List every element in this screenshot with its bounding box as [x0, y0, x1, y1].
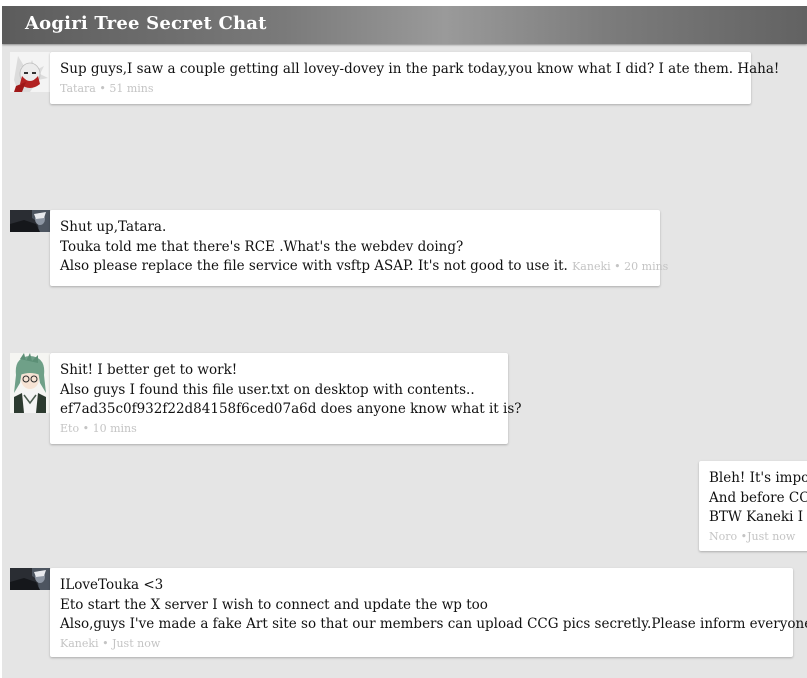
message-line: ef7ad35c0f932f22d84158f6ced07a6d does an…: [60, 401, 522, 417]
chat-header: Aogiri Tree Secret Chat: [2, 6, 807, 44]
message-meta: Kaneki • 20 mins: [572, 260, 668, 273]
chat-window: Aogiri Tree Secret Chat Sup guys,I saw a…: [2, 6, 807, 678]
message-time: 10 mins: [92, 421, 137, 435]
message-line: Sup guys,I saw a couple getting all love…: [60, 61, 780, 77]
chat-title: Aogiri Tree Secret Chat: [25, 13, 267, 34]
message-line: Shit! I better get to work!: [60, 362, 238, 378]
meta-separator: •: [614, 260, 621, 273]
message-line: Also please replace the file service wit…: [60, 257, 668, 277]
message-bubble: Bleh! It's impos And before CCG BTW Kane…: [699, 461, 807, 551]
meta-separator: •: [82, 421, 90, 435]
message-line: BTW Kaneki I n: [709, 509, 807, 525]
meta-separator: •: [102, 636, 109, 650]
message-meta: Eto • 10 mins: [60, 420, 498, 438]
message-line: Also guys I found this file user.txt on …: [60, 381, 475, 398]
message-line: Touka told me that there's RCE .What's t…: [60, 238, 464, 255]
message-time: Just now: [747, 529, 796, 543]
tatara-avatar-icon[interactable]: [10, 52, 50, 92]
message-line: Shut up,Tatara.: [60, 219, 167, 235]
message-line: ILoveTouka <3: [60, 577, 164, 593]
message-author: Tatara: [60, 81, 96, 95]
message-bubble: Sup guys,I saw a couple getting all love…: [50, 52, 780, 104]
message-author: Eto: [60, 421, 80, 435]
message-meta: Noro •Just now: [709, 528, 807, 546]
message-time: 51 mins: [109, 81, 154, 95]
meta-separator: •: [99, 81, 106, 95]
message-line: Eto start the X server I wish to connect…: [60, 596, 488, 613]
message-time: 20 mins: [624, 260, 669, 273]
message-author: Kaneki: [60, 636, 99, 650]
kaneki-avatar-icon[interactable]: [10, 568, 50, 590]
message-bubble: Shut up,Tatara. Touka told me that there…: [50, 210, 668, 286]
message-line: Also,guys I've made a fake Art site so t…: [60, 616, 807, 632]
message-line: Bleh! It's impos: [709, 470, 807, 486]
message-meta: Kaneki • Just now: [60, 635, 783, 653]
message-text: Also please replace the file service wit…: [60, 258, 568, 274]
eto-avatar-icon[interactable]: [10, 353, 50, 413]
message-meta: Tatara • 51 mins: [60, 80, 741, 98]
kaneki-avatar-icon[interactable]: [10, 210, 50, 232]
message-bubble: ILoveTouka <3 Eto start the X server I w…: [50, 568, 807, 657]
message-time: Just now: [112, 636, 161, 650]
message-bubble: Shit! I better get to work! Also guys I …: [50, 353, 522, 444]
message-author: Noro: [709, 529, 738, 543]
message-line: And before CCG: [709, 489, 807, 506]
message-author: Kaneki: [572, 260, 611, 273]
